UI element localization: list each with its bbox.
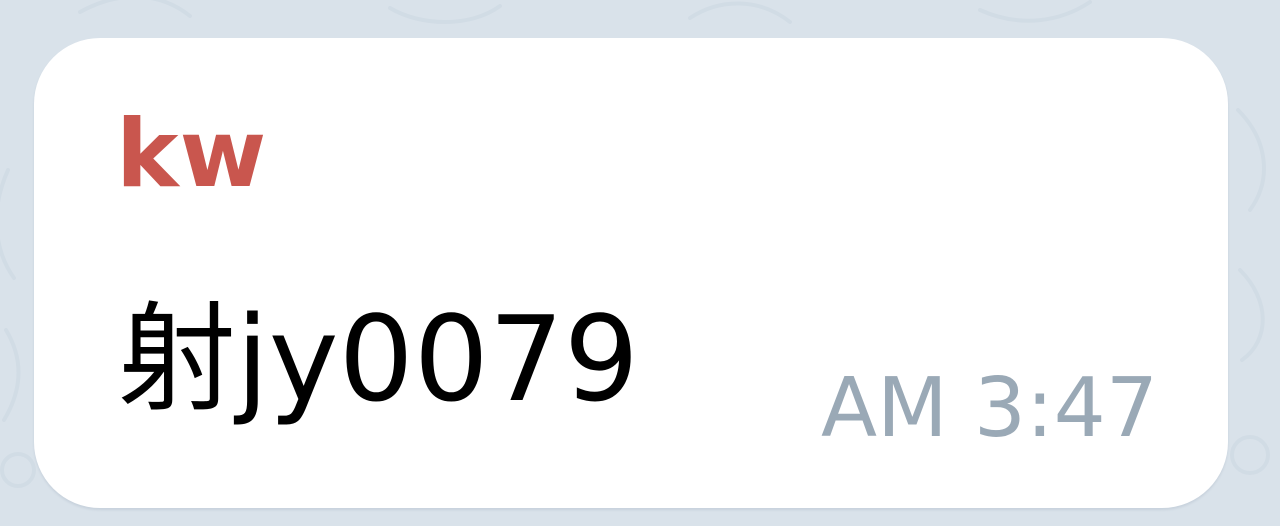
message-bubble[interactable]: kw 射jy0079 AM 3:47 [34,38,1228,508]
sender-name: kw [116,100,268,209]
message-text: 射jy0079 [118,290,639,428]
message-timestamp: AM 3:47 [820,361,1158,456]
